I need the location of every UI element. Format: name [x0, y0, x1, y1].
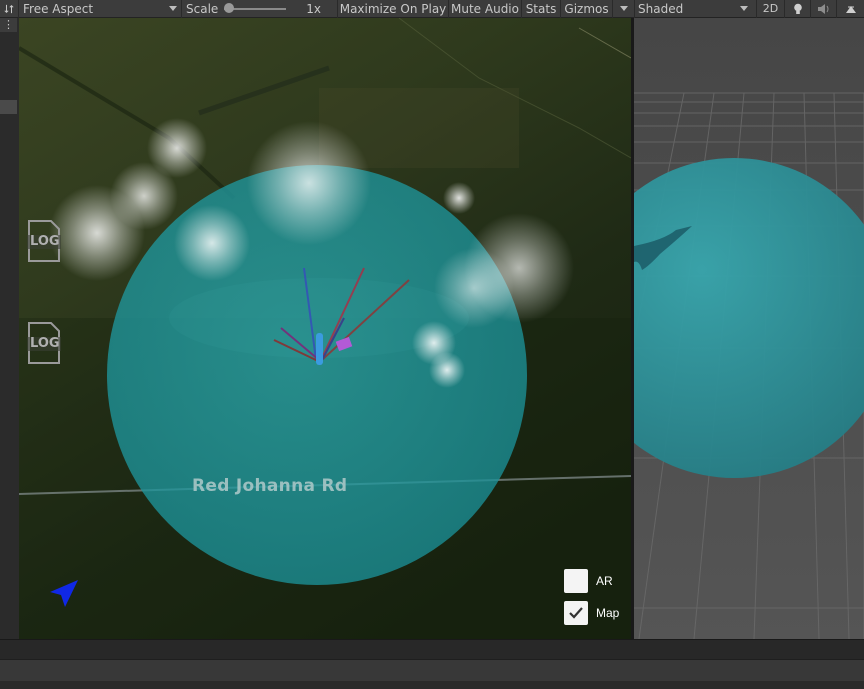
shading-mode-dropdown[interactable]: Shaded [634, 0, 756, 18]
game-view[interactable]: LOG LOG Red Johanna Rd AR Map [19, 18, 631, 639]
game-view-toolbar: Free Aspect Scale 1x Maximize On Play Mu… [0, 0, 634, 18]
toggle-2d-button[interactable]: 2D [756, 0, 784, 18]
lightbulb-icon[interactable] [784, 0, 810, 18]
effects-icon[interactable] [836, 0, 864, 18]
toggle-2d-label: 2D [762, 2, 779, 15]
chevron-down-icon [740, 6, 748, 11]
game-scene-render [19, 18, 631, 639]
sort-arrows-icon[interactable] [0, 0, 19, 18]
ar-toggle-label: AR [596, 574, 613, 588]
checkmark-icon [569, 607, 583, 619]
map-checkbox[interactable] [564, 601, 588, 625]
scene-render [634, 18, 864, 639]
map-toggle[interactable]: Map [564, 601, 619, 625]
log-label: LOG [30, 336, 60, 351]
mute-audio-label: Mute Audio [451, 1, 519, 16]
gizmos-dropdown[interactable] [613, 0, 634, 18]
road-label: Red Johanna Rd [192, 476, 348, 496]
log-file-icon[interactable]: LOG [27, 321, 61, 365]
audio-toggle-icon[interactable] [810, 0, 836, 18]
navigation-arrow-icon [50, 580, 78, 607]
log-label: LOG [30, 234, 60, 249]
scale-value: 1x [306, 1, 322, 16]
shading-mode-label: Shaded [638, 1, 684, 16]
scale-slider-handle[interactable] [224, 2, 235, 13]
gizmos-button[interactable]: Gizmos [561, 0, 613, 18]
mute-audio-button[interactable]: Mute Audio [449, 0, 522, 18]
gizmos-label: Gizmos [564, 1, 609, 16]
scale-label: Scale [186, 1, 219, 16]
aspect-dropdown[interactable]: Free Aspect [19, 0, 182, 18]
scene-view[interactable] [634, 18, 864, 639]
stats-label: Stats [525, 1, 557, 16]
panel-tab-bar [0, 659, 864, 681]
maximize-on-play-button[interactable]: Maximize On Play [338, 0, 449, 18]
scene-view-toolbar: Shaded 2D [634, 0, 864, 18]
stats-button[interactable]: Stats [522, 0, 561, 18]
chevron-down-icon [619, 6, 628, 11]
more-options-icon[interactable]: ⋮ [0, 18, 17, 32]
log-file-icon[interactable]: LOG [27, 219, 61, 263]
status-bar [0, 639, 864, 659]
panel-footer [0, 681, 864, 689]
gutter-selection-marker [0, 100, 17, 114]
chevron-down-icon [169, 6, 177, 11]
map-toggle-label: Map [596, 606, 620, 620]
maximize-on-play-label: Maximize On Play [339, 1, 447, 16]
scale-control[interactable]: Scale 1x [182, 0, 338, 18]
aspect-label: Free Aspect [23, 1, 94, 16]
ar-toggle[interactable]: AR [564, 569, 613, 593]
ar-checkbox[interactable] [564, 569, 588, 593]
scale-slider[interactable] [224, 2, 287, 13]
